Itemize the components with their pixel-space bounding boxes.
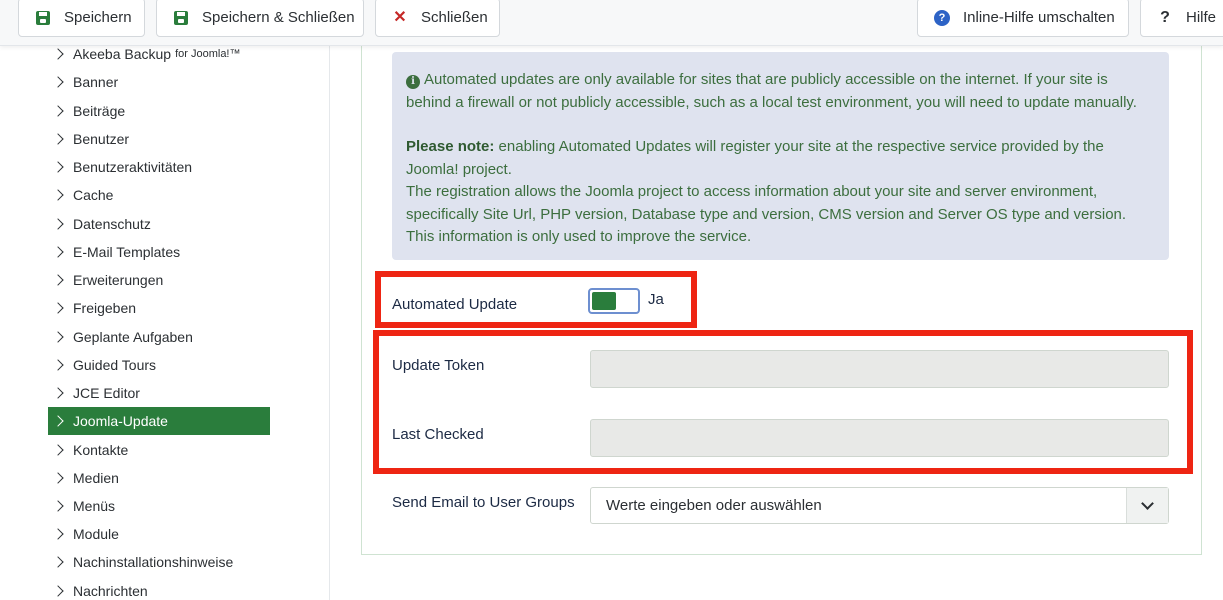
save-icon bbox=[173, 10, 189, 26]
inline-help-toggle-label: Inline-Hilfe umschalten bbox=[963, 9, 1115, 26]
chevron-right-icon bbox=[52, 472, 64, 484]
question-icon: ? bbox=[1160, 8, 1170, 26]
sidebar-item-label: Erweiterungen bbox=[73, 272, 164, 288]
inline-help-toggle-button[interactable]: ? Inline-Hilfe umschalten bbox=[917, 0, 1129, 37]
help-button-label: Hilfe bbox=[1186, 9, 1217, 26]
sidebar-item-datenschutz[interactable]: Datenschutz bbox=[48, 210, 270, 238]
sidebar-item-erweiterungen[interactable]: Erweiterungen bbox=[48, 266, 270, 294]
sidebar-item-beitraege[interactable]: Beiträge bbox=[48, 97, 270, 125]
chevron-right-icon bbox=[52, 331, 64, 343]
sidebar-item-kontakte[interactable]: Kontakte bbox=[48, 436, 270, 464]
sidebar-item-menues[interactable]: Menüs bbox=[48, 492, 270, 520]
sidebar-item-label: Nachrichten bbox=[73, 583, 148, 599]
dropdown-toggle[interactable] bbox=[1126, 488, 1168, 523]
sidebar-item-label: Akeeba Backup bbox=[73, 46, 172, 62]
chevron-right-icon bbox=[52, 218, 64, 230]
sidebar-item-cache[interactable]: Cache bbox=[48, 181, 270, 209]
close-button-label: Schließen bbox=[421, 9, 488, 26]
chevron-right-icon bbox=[52, 528, 64, 540]
chevron-right-icon bbox=[52, 387, 64, 399]
send-email-placeholder: Werte eingeben oder auswählen bbox=[606, 497, 822, 514]
alert-line-3: The registration allows the Joomla proje… bbox=[406, 183, 1127, 223]
sidebar-item-label: JCE Editor bbox=[73, 385, 140, 401]
update-token-label: Update Token bbox=[392, 357, 485, 374]
sidebar-item-label: Joomla-Update bbox=[73, 413, 168, 429]
sidebar-item-label: Banner bbox=[73, 74, 119, 90]
sidebar-item-label: E-Mail Templates bbox=[73, 244, 181, 260]
sidebar-item-label: Benutzer bbox=[73, 131, 130, 147]
sidebar-item-label: Freigeben bbox=[73, 300, 137, 316]
last-checked-field[interactable] bbox=[590, 419, 1169, 457]
chevron-right-icon bbox=[52, 556, 64, 568]
sidebar-item-benutzeraktivitaeten[interactable]: Benutzeraktivitäten bbox=[48, 153, 270, 181]
close-button[interactable]: ✕ Schließen bbox=[375, 0, 500, 37]
alert-paragraph: i Automated updates are only available fo… bbox=[406, 69, 1155, 114]
chevron-right-icon bbox=[52, 189, 64, 201]
alert-note-label: Please note: bbox=[406, 138, 495, 155]
sidebar-item-freigeben[interactable]: Freigeben bbox=[48, 294, 270, 322]
sidebar-item-module[interactable]: Module bbox=[48, 520, 270, 548]
close-icon: ✕ bbox=[393, 8, 407, 26]
chevron-right-icon bbox=[52, 444, 64, 456]
sidebar-item-nachrichten[interactable]: Nachrichten bbox=[48, 577, 270, 600]
chevron-right-icon bbox=[52, 161, 64, 173]
sidebar-item-nachinstallationshinweise[interactable]: Nachinstallationshinweise bbox=[48, 548, 270, 576]
sidebar-item-label: Nachinstallationshinweise bbox=[73, 554, 234, 570]
chevron-right-icon bbox=[52, 48, 64, 60]
sidebar-item-label: Module bbox=[73, 526, 119, 542]
sidebar-item-label: Menüs bbox=[73, 498, 116, 514]
sidebar-item-label: Kontakte bbox=[73, 442, 129, 458]
automated-update-value: Ja bbox=[648, 291, 664, 308]
save-icon bbox=[35, 10, 51, 26]
switch-knob bbox=[617, 292, 636, 310]
sidebar: Akeeba Backup for Joomla!™ Banner Beiträ… bbox=[18, 46, 330, 600]
chevron-right-icon bbox=[52, 274, 64, 286]
sidebar-item-label: Cache bbox=[73, 187, 114, 203]
toolbar: Speichern Speichern & Schließen ✕ Schlie… bbox=[0, 0, 1223, 46]
send-email-select[interactable]: Werte eingeben oder auswählen bbox=[590, 487, 1169, 524]
chevron-right-icon bbox=[52, 133, 64, 145]
save-button-label: Speichern bbox=[64, 9, 132, 26]
sidebar-item-label: Beiträge bbox=[73, 103, 126, 119]
question-circle-icon: ? bbox=[934, 9, 950, 26]
chevron-down-icon bbox=[1141, 496, 1154, 510]
alert-line-1: Automated updates are only available for… bbox=[406, 71, 1137, 111]
chevron-right-icon bbox=[52, 246, 64, 258]
chevron-right-icon bbox=[52, 585, 64, 597]
sidebar-item-medien[interactable]: Medien bbox=[48, 464, 270, 492]
save-button[interactable]: Speichern bbox=[18, 0, 145, 37]
sidebar-item-email-templates[interactable]: E-Mail Templates bbox=[48, 238, 270, 266]
info-alert: i Automated updates are only available fo… bbox=[392, 52, 1169, 260]
automated-update-switch[interactable] bbox=[588, 288, 640, 314]
chevron-right-icon bbox=[52, 302, 64, 314]
chevron-right-icon bbox=[52, 415, 64, 427]
chevron-right-icon bbox=[52, 359, 64, 371]
sidebar-item-label: Datenschutz bbox=[73, 216, 151, 232]
sidebar-item-benutzer[interactable]: Benutzer bbox=[48, 125, 270, 153]
help-button[interactable]: ? Hilfe bbox=[1140, 0, 1223, 37]
automated-update-label: Automated Update bbox=[392, 296, 518, 313]
sidebar-item-label: Guided Tours bbox=[73, 357, 157, 373]
chevron-right-icon bbox=[52, 76, 64, 88]
sidebar-item-banner[interactable]: Banner bbox=[48, 68, 270, 96]
send-email-label: Send Email to User Groups bbox=[392, 494, 575, 511]
alert-note: Please note: enabling Automated Updates … bbox=[406, 136, 1155, 181]
sidebar-item-guided-tours[interactable]: Guided Tours bbox=[48, 351, 270, 379]
sidebar-item-joomla-update[interactable]: Joomla-Update bbox=[48, 407, 270, 435]
save-and-close-button[interactable]: Speichern & Schließen bbox=[156, 0, 364, 37]
sidebar-item-label: Geplante Aufgaben bbox=[73, 329, 193, 345]
sidebar-item-geplante-aufgaben[interactable]: Geplante Aufgaben bbox=[48, 323, 270, 351]
alert-line-4: This information is only used to improve… bbox=[406, 228, 752, 245]
sidebar-item-suffix: for Joomla!™ bbox=[175, 48, 241, 60]
sidebar-item-label: Benutzeraktivitäten bbox=[73, 159, 193, 175]
sidebar-item-label: Medien bbox=[73, 470, 119, 486]
save-and-close-button-label: Speichern & Schließen bbox=[202, 9, 355, 26]
last-checked-label: Last Checked bbox=[392, 426, 484, 443]
info-icon: i bbox=[406, 75, 420, 90]
sidebar-item-jce-editor[interactable]: JCE Editor bbox=[48, 379, 270, 407]
chevron-right-icon bbox=[52, 500, 64, 512]
alert-note-text: enabling Automated Updates will register… bbox=[406, 138, 1104, 178]
update-token-field[interactable] bbox=[590, 350, 1169, 388]
chevron-right-icon bbox=[52, 105, 64, 117]
